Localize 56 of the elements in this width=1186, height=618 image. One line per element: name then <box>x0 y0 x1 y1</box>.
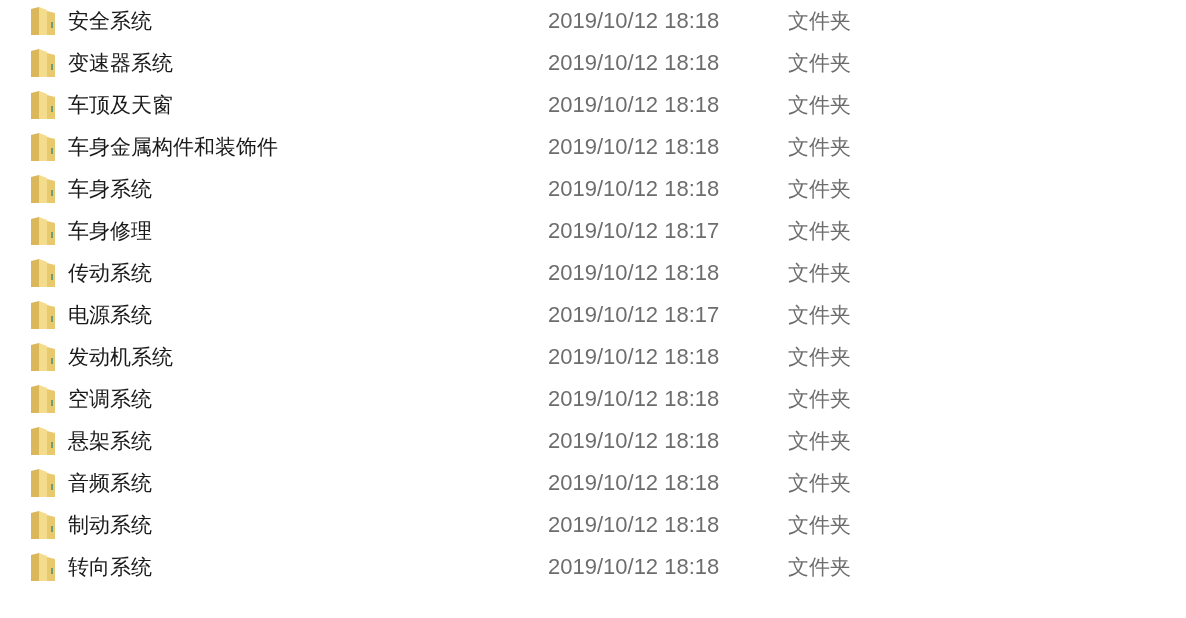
modified-date: 2019/10/12 18:17 <box>548 302 721 328</box>
file-type: 文件夹 <box>788 8 852 35</box>
modified-date: 2019/10/12 18:18 <box>548 92 721 118</box>
modified-date: 2019/10/12 18:17 <box>548 218 721 244</box>
folder-name[interactable]: 车顶及天窗 <box>68 91 548 119</box>
folder-name[interactable]: 电源系统 <box>68 301 548 329</box>
file-type: 文件夹 <box>788 554 852 581</box>
folder-name[interactable]: 传动系统 <box>68 259 548 287</box>
folder-icon <box>30 216 56 246</box>
modified-date: 2019/10/12 18:18 <box>548 176 721 202</box>
file-type: 文件夹 <box>788 134 852 161</box>
modified-date: 2019/10/12 18:18 <box>548 134 721 160</box>
file-type: 文件夹 <box>788 470 852 497</box>
folder-name[interactable]: 安全系统 <box>68 7 548 35</box>
folder-icon <box>30 258 56 288</box>
folder-name[interactable]: 发动机系统 <box>68 343 548 371</box>
file-type: 文件夹 <box>788 386 852 413</box>
folder-icon <box>30 552 56 582</box>
folder-name[interactable]: 车身金属构件和装饰件 <box>68 133 548 161</box>
file-type: 文件夹 <box>788 92 852 119</box>
folder-icon <box>30 174 56 204</box>
modified-date: 2019/10/12 18:18 <box>548 8 721 34</box>
folder-name[interactable]: 车身修理 <box>68 217 548 245</box>
folder-name[interactable]: 车身系统 <box>68 175 548 203</box>
folder-name[interactable]: 空调系统 <box>68 385 548 413</box>
folder-name[interactable]: 悬架系统 <box>68 427 548 455</box>
folder-name[interactable]: 制动系统 <box>68 511 548 539</box>
modified-date: 2019/10/12 18:18 <box>548 260 721 286</box>
file-type: 文件夹 <box>788 176 852 203</box>
file-type: 文件夹 <box>788 302 852 329</box>
modified-date: 2019/10/12 18:18 <box>548 512 721 538</box>
modified-date: 2019/10/12 18:18 <box>548 428 721 454</box>
file-type: 文件夹 <box>788 50 852 77</box>
folder-icon <box>30 384 56 414</box>
modified-date: 2019/10/12 18:18 <box>548 554 721 580</box>
folder-icon <box>30 342 56 372</box>
folder-icon <box>30 300 56 330</box>
modified-date: 2019/10/12 18:18 <box>548 50 721 76</box>
file-type: 文件夹 <box>788 218 852 245</box>
file-type: 文件夹 <box>788 344 852 371</box>
folder-icon <box>30 6 56 36</box>
file-type: 文件夹 <box>788 260 852 287</box>
folder-name[interactable]: 变速器系统 <box>68 49 548 77</box>
modified-date: 2019/10/12 18:18 <box>548 344 721 370</box>
folder-name[interactable]: 音频系统 <box>68 469 548 497</box>
file-type: 文件夹 <box>788 428 852 455</box>
folder-icon <box>30 426 56 456</box>
folder-icon <box>30 48 56 78</box>
folder-icon <box>30 510 56 540</box>
modified-date: 2019/10/12 18:18 <box>548 470 721 496</box>
file-type: 文件夹 <box>788 512 852 539</box>
modified-date: 2019/10/12 18:18 <box>548 386 721 412</box>
folder-icon <box>30 468 56 498</box>
folder-icon <box>30 90 56 120</box>
folder-name[interactable]: 转向系统 <box>68 553 548 581</box>
folder-icon <box>30 132 56 162</box>
